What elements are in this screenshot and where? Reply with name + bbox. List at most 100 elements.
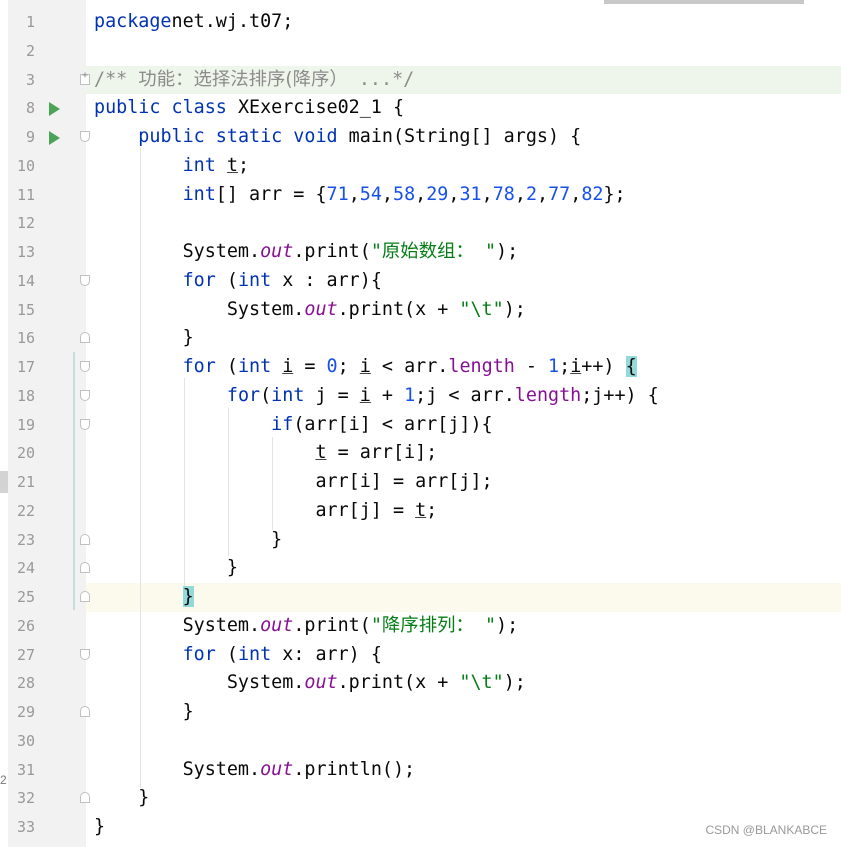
code-text[interactable]: } — [94, 813, 105, 842]
code-line[interactable]: 29 } — [0, 698, 841, 727]
line-number[interactable]: 25 — [8, 583, 35, 612]
change-marker-bar[interactable] — [73, 352, 75, 610]
fold-end-icon[interactable] — [80, 706, 90, 717]
code-text[interactable]: System.out.println(); — [94, 756, 416, 785]
line-number[interactable]: 24 — [8, 554, 35, 583]
code-line[interactable]: 23 } — [0, 526, 841, 555]
run-gutter-icon[interactable] — [49, 131, 60, 145]
code-line[interactable]: 16 } — [0, 324, 841, 353]
code-text[interactable]: arr[j] = t; — [94, 497, 437, 526]
line-number[interactable]: 16 — [8, 324, 35, 353]
code-text[interactable]: t = arr[i]; — [94, 439, 437, 468]
line-number[interactable]: 2 — [8, 37, 35, 66]
line-number[interactable]: 18 — [8, 382, 35, 411]
code-line[interactable]: 20 t = arr[i]; — [0, 439, 841, 468]
code-line[interactable]: 12 — [0, 209, 841, 238]
code-line[interactable]: 22 arr[j] = t; — [0, 497, 841, 526]
code-line[interactable]: 21 arr[i] = arr[j]; — [0, 468, 841, 497]
code-text[interactable]: } — [94, 526, 282, 555]
code-line[interactable]: 15 System.out.print(x + "\t"); — [0, 296, 841, 325]
collapse-fold-icon[interactable] — [80, 648, 90, 660]
code-line[interactable]: 30 — [0, 727, 841, 756]
code-line[interactable]: 27 for (int x: arr) { — [0, 641, 841, 670]
code-line[interactable]: 14 for (int x : arr){ — [0, 267, 841, 296]
line-number[interactable]: 21 — [8, 468, 35, 497]
code-text[interactable]: packagenet.wj.t07; — [94, 8, 293, 37]
line-number[interactable]: 32 — [8, 784, 35, 813]
line-number[interactable]: 17 — [8, 353, 35, 382]
expand-fold-icon[interactable] — [80, 70, 90, 85]
line-number[interactable]: 13 — [8, 238, 35, 267]
code-text[interactable]: } — [94, 554, 238, 583]
line-number[interactable]: 27 — [8, 641, 35, 670]
code-line[interactable]: 11 int[] arr = {71,54,58,29,31,78,2,77,8… — [0, 181, 841, 210]
code-text[interactable]: } — [94, 583, 194, 612]
collapse-fold-icon[interactable] — [80, 418, 90, 430]
code-line[interactable]: 28 System.out.print(x + "\t"); — [0, 669, 841, 698]
line-number[interactable]: 26 — [8, 612, 35, 641]
run-gutter-icon[interactable] — [49, 102, 60, 117]
code-line[interactable]: 19 if(arr[i] < arr[j]){ — [0, 411, 841, 440]
code-line[interactable]: 1 packagenet.wj.t07; — [0, 8, 841, 37]
code-line[interactable]: 13 System.out.print("原始数组： "); — [0, 238, 841, 267]
line-number[interactable]: 23 — [8, 526, 35, 555]
line-number[interactable]: 31 — [8, 756, 35, 785]
code-line[interactable]: 17 for (int i = 0; i < arr.length - 1;i+… — [0, 353, 841, 382]
line-number[interactable]: 14 — [8, 267, 35, 296]
line-number[interactable]: 22 — [8, 497, 35, 526]
code-text[interactable]: } — [94, 698, 194, 727]
line-number[interactable]: 10 — [8, 152, 35, 181]
line-number[interactable]: 11 — [8, 181, 35, 210]
line-number[interactable]: 8 — [8, 94, 35, 123]
line-number[interactable]: 30 — [8, 727, 35, 756]
code-line[interactable]: 25 } — [0, 583, 841, 612]
code-text[interactable]: } — [94, 784, 149, 813]
code-text[interactable]: System.out.print("原始数组： "); — [94, 238, 519, 267]
code-text[interactable]: } — [94, 324, 194, 353]
code-text[interactable]: for(int j = i + 1;j < arr.length;j++) { — [94, 382, 659, 411]
code-editor[interactable]: 2 1 packagenet.wj.t07; 23 /** 功能：选择法排序(降序） … — [0, 0, 841, 847]
line-number[interactable]: 28 — [8, 669, 35, 698]
code-line[interactable]: 26 System.out.print("降序排列： "); — [0, 612, 841, 641]
code-line[interactable]: 3 /** 功能：选择法排序(降序） ...*/ — [0, 65, 841, 95]
code-line[interactable]: 18 for(int j = i + 1;j < arr.length;j++)… — [0, 382, 841, 411]
line-number[interactable]: 3 — [8, 66, 35, 95]
code-line[interactable]: 9 public static void main(String[] args)… — [0, 123, 841, 152]
code-line[interactable]: 32 } — [0, 784, 841, 813]
fold-end-icon[interactable] — [80, 562, 90, 574]
code-text[interactable]: for (int x: arr) { — [94, 641, 382, 670]
code-text[interactable]: for (int x : arr){ — [94, 267, 382, 296]
code-line[interactable]: 2 — [0, 37, 841, 66]
code-text[interactable]: System.out.print(x + "\t"); — [94, 669, 526, 698]
line-number[interactable]: 12 — [8, 209, 35, 238]
fold-end-icon[interactable] — [80, 591, 90, 602]
line-number[interactable]: 9 — [8, 123, 35, 152]
line-number[interactable]: 33 — [8, 813, 35, 842]
code-text[interactable]: int[] arr = {71,54,58,29,31,78,2,77,82}; — [94, 181, 626, 210]
code-line[interactable]: 8 public class XExercise02_1 { — [0, 94, 841, 123]
collapse-fold-icon[interactable] — [80, 131, 90, 142]
code-text[interactable]: System.out.print(x + "\t"); — [94, 296, 526, 325]
fold-end-icon[interactable] — [80, 533, 90, 545]
collapse-fold-icon[interactable] — [80, 361, 90, 372]
code-text[interactable]: /** 功能：选择法排序(降序） ...*/ — [94, 66, 414, 95]
fold-end-icon[interactable] — [80, 792, 90, 804]
code-text[interactable]: arr[i] = arr[j]; — [94, 468, 492, 497]
code-line[interactable]: 24 } — [0, 554, 841, 583]
collapse-fold-icon[interactable] — [80, 389, 90, 401]
code-line[interactable]: 10 int t; — [0, 152, 841, 181]
code-text[interactable]: int t; — [94, 152, 249, 181]
line-number[interactable]: 29 — [8, 698, 35, 727]
code-text[interactable]: for (int i = 0; i < arr.length - 1;i++) … — [94, 353, 637, 382]
line-number[interactable]: 15 — [8, 296, 35, 325]
code-text[interactable]: System.out.print("降序排列： "); — [94, 612, 519, 641]
code-text[interactable]: if(arr[i] < arr[j]){ — [94, 411, 492, 440]
line-number[interactable]: 1 — [8, 8, 35, 37]
collapse-fold-icon[interactable] — [80, 274, 90, 286]
code-text[interactable]: public static void main(String[] args) { — [94, 123, 581, 152]
line-number[interactable]: 19 — [8, 411, 35, 440]
code-text[interactable]: public class XExercise02_1 { — [94, 94, 404, 123]
fold-end-icon[interactable] — [80, 332, 90, 344]
line-number[interactable]: 20 — [8, 439, 35, 468]
code-line[interactable]: 31 System.out.println(); — [0, 756, 841, 785]
